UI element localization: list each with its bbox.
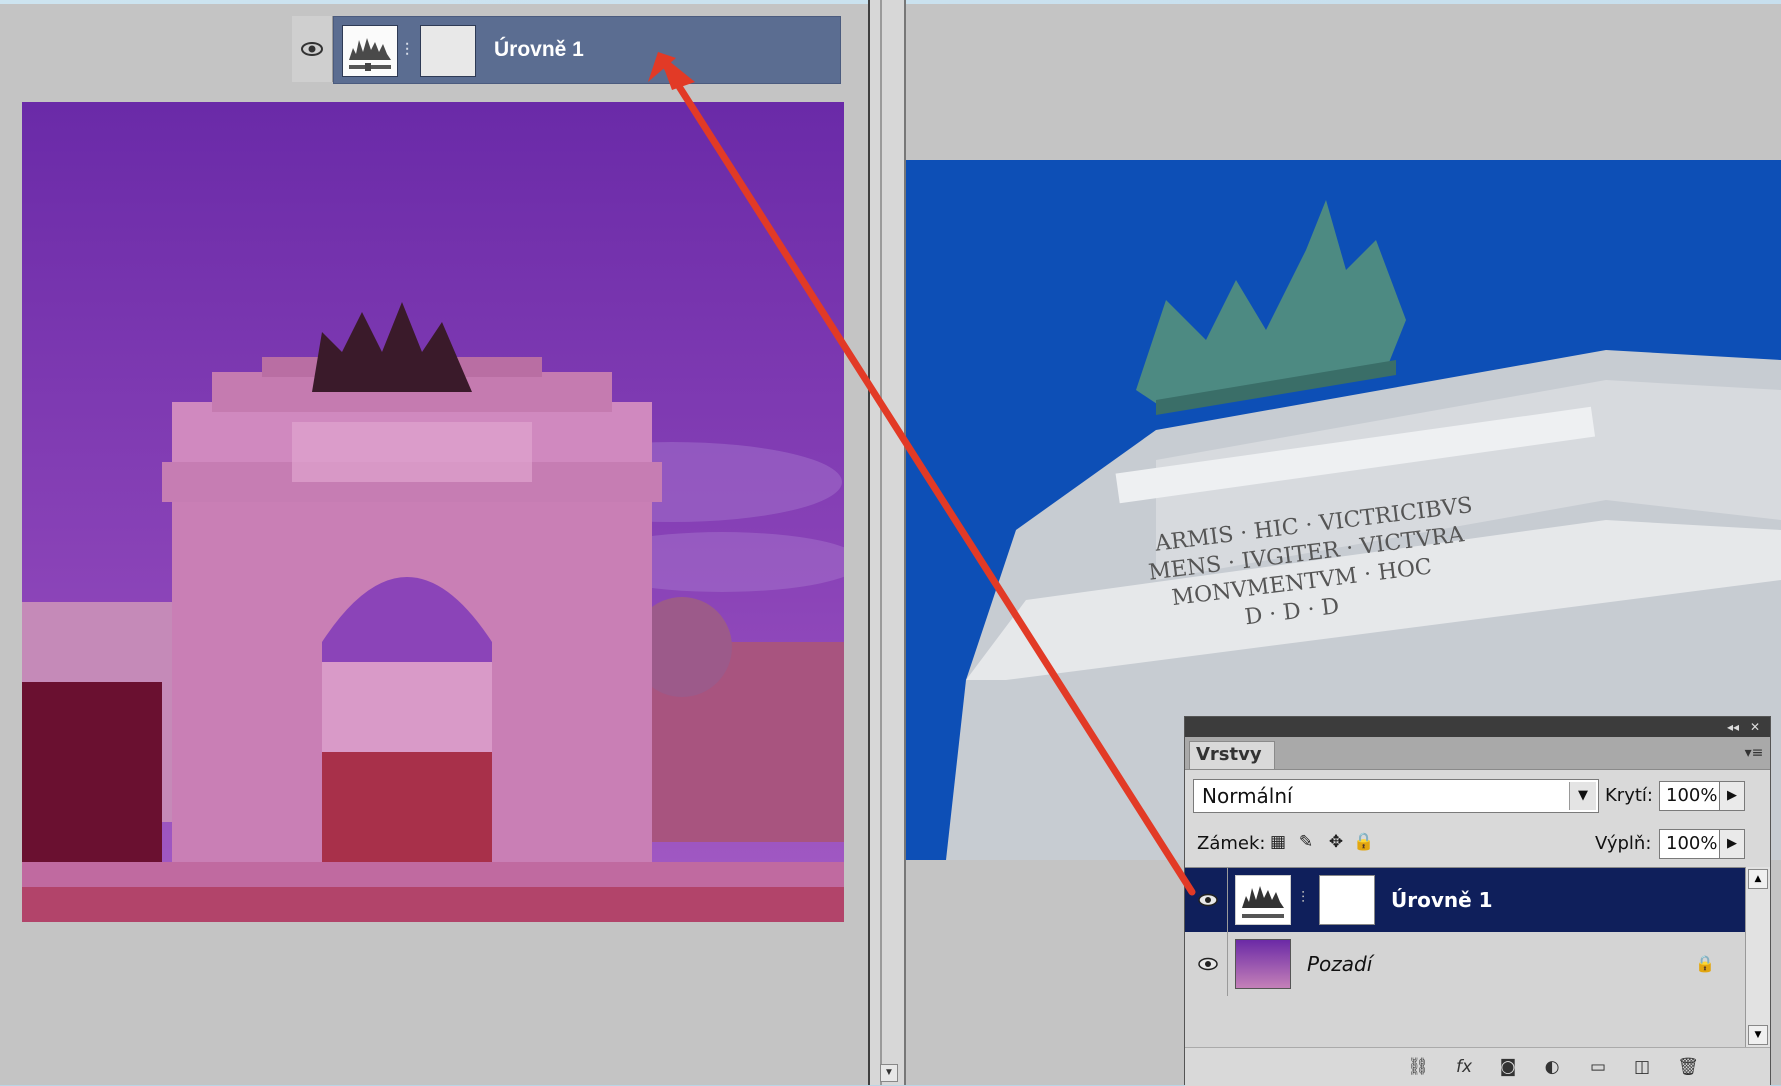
levels-adjustment-thumbnail xyxy=(342,25,398,77)
layer-row-levels[interactable]: ⫶ Úrovně 1 xyxy=(1185,868,1745,932)
fill-value: 100% xyxy=(1666,833,1718,854)
layer-name: Úrovně 1 xyxy=(1391,888,1493,912)
scroll-up-arrow[interactable]: ▲ xyxy=(1748,869,1768,889)
eye-icon[interactable] xyxy=(1189,868,1228,932)
opacity-slider-arrow-icon[interactable]: ▶ xyxy=(1719,781,1745,811)
fill-input[interactable]: 100% ▶ xyxy=(1659,829,1745,859)
background-layer-thumbnail xyxy=(1235,939,1291,989)
close-panel-icon[interactable]: ✕ xyxy=(1747,719,1763,735)
layers-scrollbar[interactable]: ▲ ▼ xyxy=(1745,867,1770,1047)
fill-label: Výplň: xyxy=(1595,833,1652,854)
layer-lock-icon: 🔒 xyxy=(1695,954,1715,973)
eye-icon xyxy=(301,42,323,56)
scroll-down-arrow[interactable]: ▼ xyxy=(1748,1025,1768,1045)
layer-mask-thumbnail xyxy=(420,25,476,77)
layer-row-background[interactable]: Pozadí 🔒 xyxy=(1185,932,1745,996)
levels-adjustment-thumbnail xyxy=(1235,875,1291,925)
preview-visibility-toggle[interactable] xyxy=(292,16,333,82)
collapse-panel-icon[interactable]: ◂◂ xyxy=(1725,719,1741,735)
fx-icon[interactable]: fx xyxy=(1451,1056,1477,1078)
levels-histogram-icon xyxy=(349,38,391,71)
link-chain-icon[interactable]: ⫶ xyxy=(1301,888,1305,908)
layer-mask-thumbnail[interactable] xyxy=(1319,875,1375,925)
adjustment-icon[interactable]: ◐ xyxy=(1539,1056,1565,1078)
layers-panel-footer: ⛓ fx ◙ ◐ ▭ ◫ 🗑 xyxy=(1185,1047,1770,1086)
eye-icon[interactable] xyxy=(1189,932,1228,996)
fill-slider-arrow-icon[interactable]: ▶ xyxy=(1719,829,1745,859)
levels-histogram-icon xyxy=(1242,886,1284,918)
preview-layer-name: Úrovně 1 xyxy=(494,38,584,61)
layer-list: ⫶ Úrovně 1 Pozadí 🔒 xyxy=(1185,867,1745,1048)
folder-icon[interactable]: ▭ xyxy=(1585,1056,1611,1078)
lock-all-icon[interactable]: 🔒 xyxy=(1353,831,1375,853)
lock-transparency-icon[interactable]: ▦ xyxy=(1267,831,1289,853)
opacity-value: 100% xyxy=(1666,785,1718,806)
blend-mode-select[interactable]: Normální ▼ xyxy=(1193,779,1599,813)
panel-titlebar: ◂◂ ✕ xyxy=(1185,717,1770,737)
link-icon[interactable]: ⛓ xyxy=(1405,1056,1431,1078)
split-divider[interactable]: ▼ xyxy=(868,0,906,1085)
trash-icon[interactable]: 🗑 xyxy=(1675,1056,1701,1078)
opacity-label: Krytí: xyxy=(1605,785,1653,806)
tinted-photo-before xyxy=(22,102,844,922)
scroll-down-arrow[interactable]: ▼ xyxy=(880,1064,898,1082)
layer-name: Pozadí xyxy=(1307,952,1373,976)
lock-label: Zámek: xyxy=(1197,833,1266,854)
mask-icon[interactable]: ◙ xyxy=(1495,1056,1521,1078)
new-layer-icon[interactable]: ◫ xyxy=(1629,1056,1655,1078)
blend-mode-value: Normální xyxy=(1202,784,1293,808)
opacity-input[interactable]: 100% ▶ xyxy=(1659,781,1745,811)
preview-layer-row[interactable]: ⫶ Úrovně 1 xyxy=(333,16,841,84)
panel-tabstrip: Vrstvy ▾≡ xyxy=(1185,737,1770,770)
link-chain-icon: ⫶ xyxy=(404,40,410,60)
chevron-down-icon[interactable]: ▼ xyxy=(1569,782,1596,810)
tab-layers[interactable]: Vrstvy xyxy=(1189,741,1275,769)
divider-groove xyxy=(880,0,882,1085)
lock-position-icon[interactable]: ✥ xyxy=(1325,831,1347,853)
panel-menu-icon[interactable]: ▾≡ xyxy=(1744,743,1764,763)
layers-panel: ◂◂ ✕ Vrstvy ▾≡ Normální ▼ Krytí: 100% ▶ … xyxy=(1184,716,1771,1086)
lock-pixels-icon[interactable]: ✎ xyxy=(1295,831,1317,853)
